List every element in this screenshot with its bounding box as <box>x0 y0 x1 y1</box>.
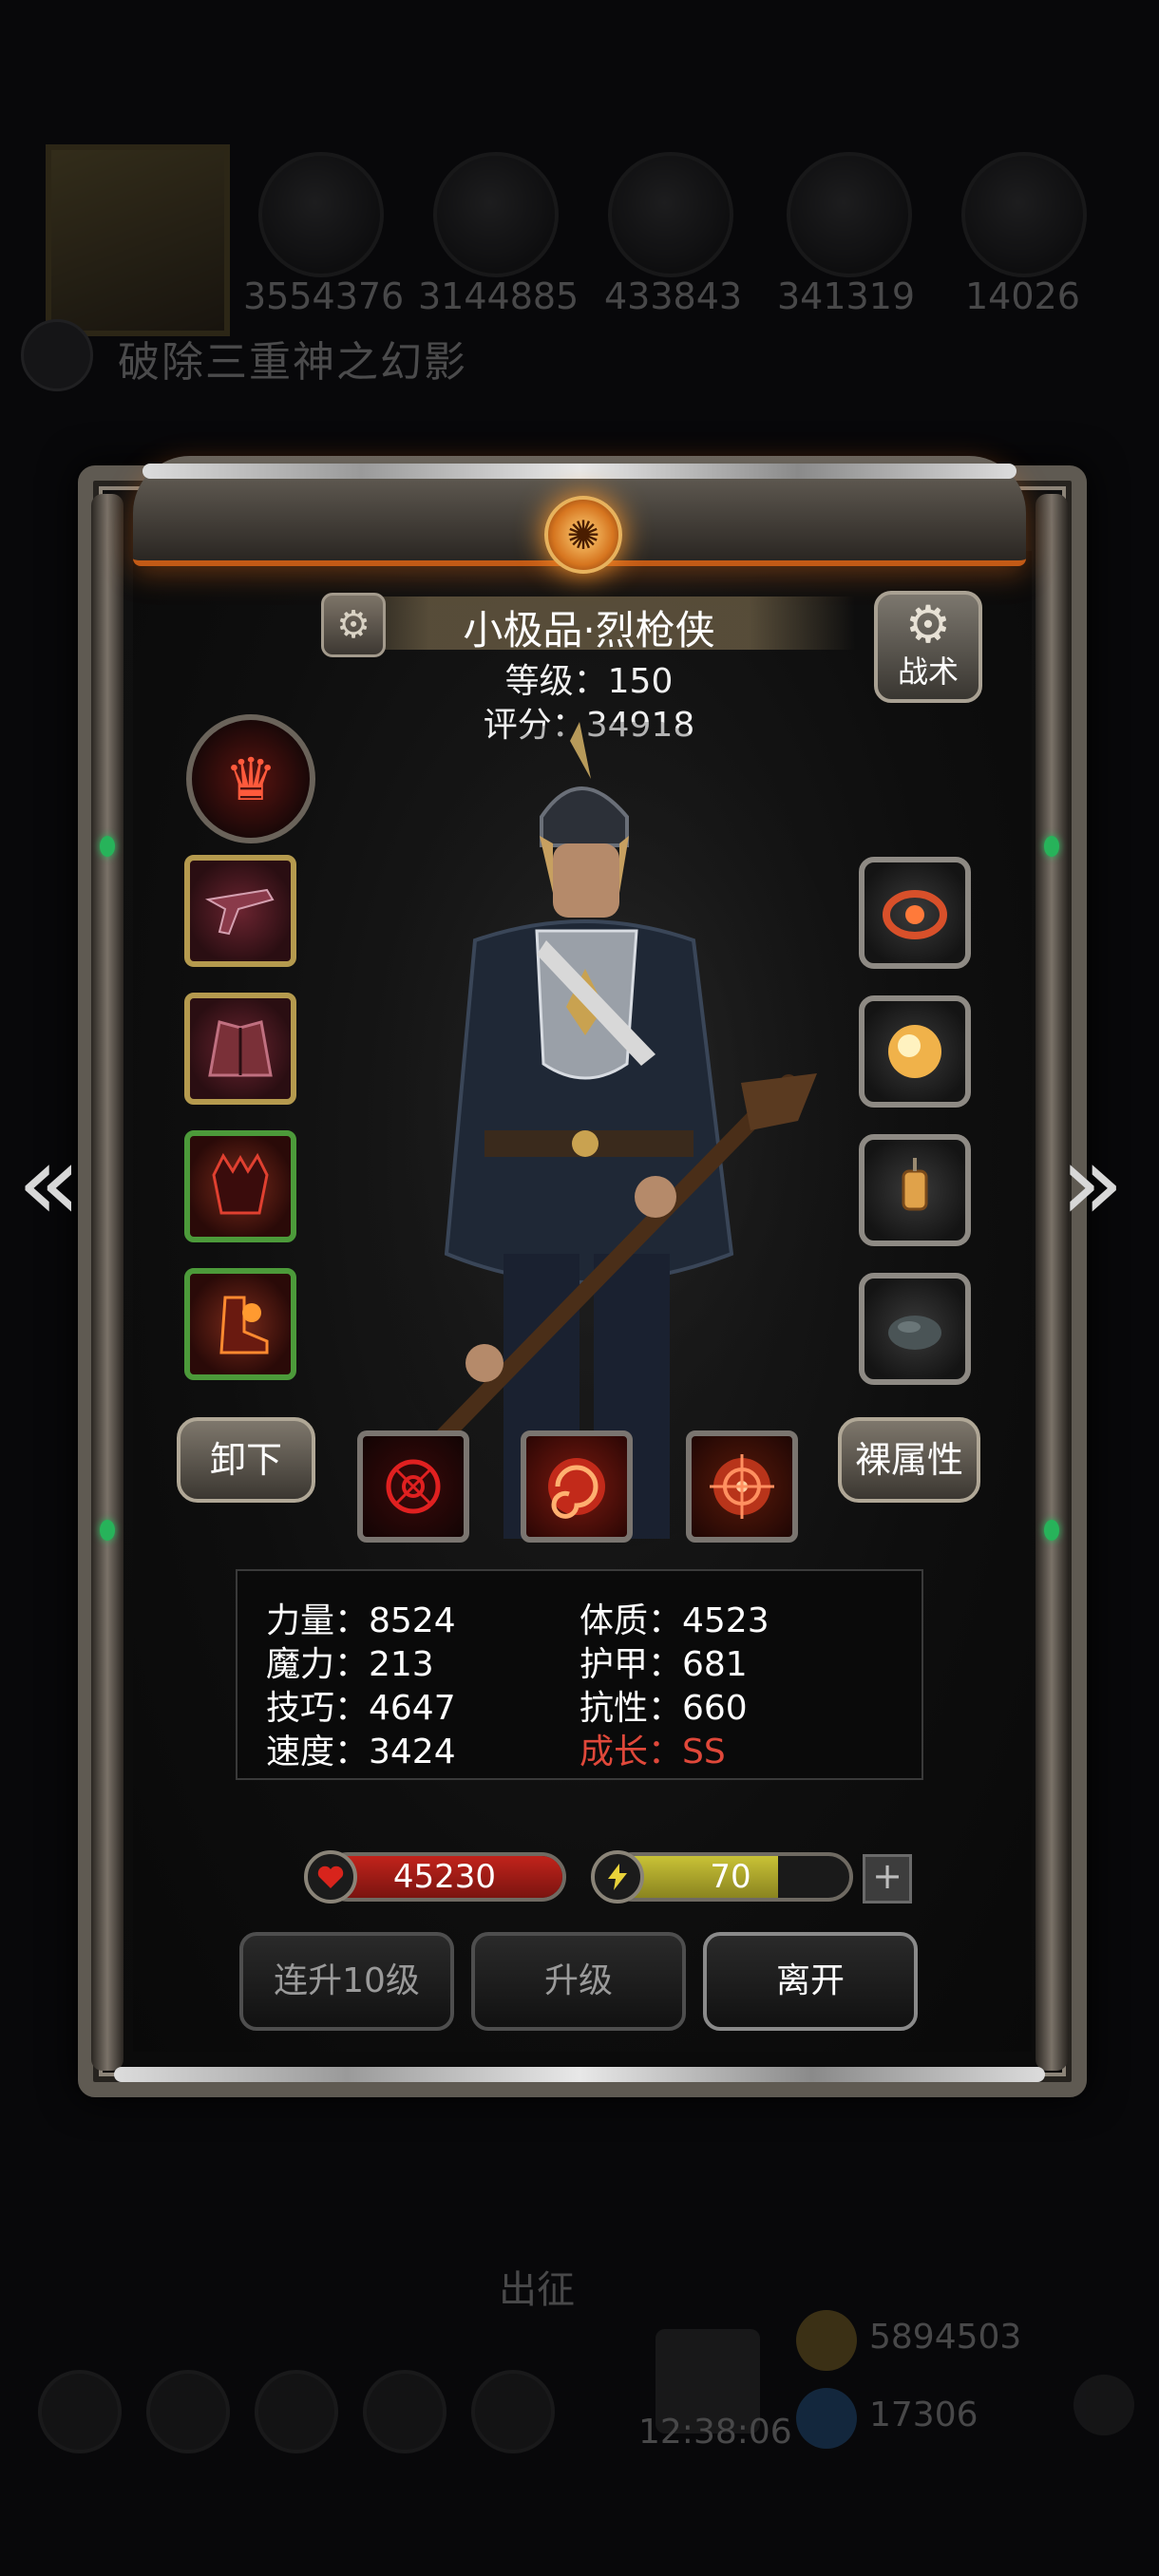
resource-count: 14026 <box>965 275 1080 317</box>
level-up-button[interactable]: 升级 <box>471 1932 686 2031</box>
previous-arrow-icon[interactable]: « <box>17 1130 81 1235</box>
sortie-label: 出征 <box>499 2268 575 2312</box>
base-attributes-button[interactable]: 裸属性 <box>838 1417 980 1503</box>
energy-bar: 70 <box>608 1852 853 1902</box>
skill-vortex[interactable] <box>521 1430 633 1543</box>
gem-icon <box>1044 836 1059 857</box>
menu-icon <box>146 2370 230 2453</box>
glow-orb-icon <box>888 1025 941 1078</box>
stat-speed: 速度：3424 <box>266 1733 456 1771</box>
menu-icon <box>255 2370 338 2453</box>
fire-ring-icon <box>883 890 947 939</box>
flame-crest-icon[interactable]: ♛ <box>186 714 315 843</box>
amulet-slot[interactable] <box>859 857 971 969</box>
quest-icon <box>21 319 93 391</box>
resource-count: 433843 <box>604 275 743 317</box>
lantern-icon <box>902 1158 928 1211</box>
orb-slot[interactable] <box>859 995 971 1108</box>
frame-pillar-right <box>1036 494 1068 2071</box>
resource-count: 341319 <box>777 275 916 317</box>
leave-button[interactable]: 离开 <box>703 1932 918 2031</box>
lightning-icon <box>591 1850 644 1904</box>
stat-constitution: 体质：4523 <box>580 1601 770 1640</box>
gold-coin-icon <box>796 2310 857 2371</box>
skill-target[interactable] <box>686 1430 798 1543</box>
add-energy-button[interactable]: + <box>863 1854 912 1904</box>
rifle-icon <box>204 888 275 936</box>
stat-resistance: 抗性：660 <box>580 1689 748 1728</box>
gem-icon <box>1044 1520 1059 1541</box>
hp-bar: 45230 <box>323 1852 566 1902</box>
armor-slot[interactable] <box>184 993 296 1105</box>
helmet-slot[interactable] <box>184 1130 296 1242</box>
gem-icon <box>100 836 115 857</box>
skill-crosshair[interactable] <box>357 1430 469 1543</box>
tactics-label: 战术 <box>897 653 959 690</box>
stat-armor: 护甲：681 <box>580 1645 748 1684</box>
stat-magic: 魔力：213 <box>266 1645 434 1684</box>
character-title: 小极品·烈枪侠 <box>463 607 715 653</box>
player-portrait <box>46 144 230 336</box>
weapon-slot[interactable] <box>184 855 296 967</box>
tactics-button[interactable]: ⚙ 战术 <box>874 591 982 703</box>
gem-icon <box>100 1520 115 1541</box>
sun-emblem-icon: ✺ <box>544 496 622 574</box>
menu-icon <box>38 2370 122 2453</box>
frame-snow-bottom <box>114 2067 1045 2082</box>
vortex-icon <box>548 1458 605 1519</box>
resource-icon <box>608 152 733 277</box>
quest-text: 破除三重神之幻影 <box>118 338 467 387</box>
resource-icon <box>258 152 384 277</box>
resource-icon <box>787 152 912 277</box>
fire-boots-icon <box>219 1296 269 1354</box>
resource-count: 3144885 <box>418 275 580 317</box>
character-level: 等级：150 <box>504 662 674 701</box>
level-up-10-button[interactable]: 连升10级 <box>239 1932 454 2031</box>
resource-count: 3554376 <box>243 275 405 317</box>
demon-helm-icon <box>212 1152 269 1215</box>
coat-icon <box>208 1020 273 1077</box>
frame-snow-top <box>142 464 1016 479</box>
hp-value: 45230 <box>392 1858 497 1896</box>
energy-value: 70 <box>710 1858 751 1896</box>
heart-icon <box>304 1850 357 1904</box>
next-arrow-icon[interactable]: » <box>1060 1130 1124 1235</box>
frame-pillar-left <box>91 494 124 2071</box>
crosshair-icon <box>386 1459 441 1514</box>
stat-strength: 力量：8524 <box>266 1601 456 1640</box>
menu-icon <box>363 2370 446 2453</box>
resource-icon <box>433 152 559 277</box>
target-icon <box>710 1454 774 1519</box>
menu-icon <box>471 2370 555 2453</box>
gold-amount: 5894503 <box>869 2318 1022 2357</box>
stat-skill: 技巧：4647 <box>266 1689 456 1728</box>
boots-slot[interactable] <box>184 1268 296 1380</box>
resource-icon <box>961 152 1087 277</box>
gem-icon <box>796 2388 857 2449</box>
stat-growth: 成长：SS <box>580 1733 726 1771</box>
add-icon <box>1074 2375 1134 2435</box>
stone-icon <box>888 1316 941 1350</box>
unequip-button[interactable]: 卸下 <box>177 1417 315 1503</box>
lantern-slot[interactable] <box>859 1134 971 1246</box>
stone-slot[interactable] <box>859 1273 971 1385</box>
gear-icon: ⚙ <box>904 595 952 654</box>
clock-text: 12:38:06 <box>638 2413 792 2452</box>
gem-amount: 17306 <box>869 2396 978 2434</box>
